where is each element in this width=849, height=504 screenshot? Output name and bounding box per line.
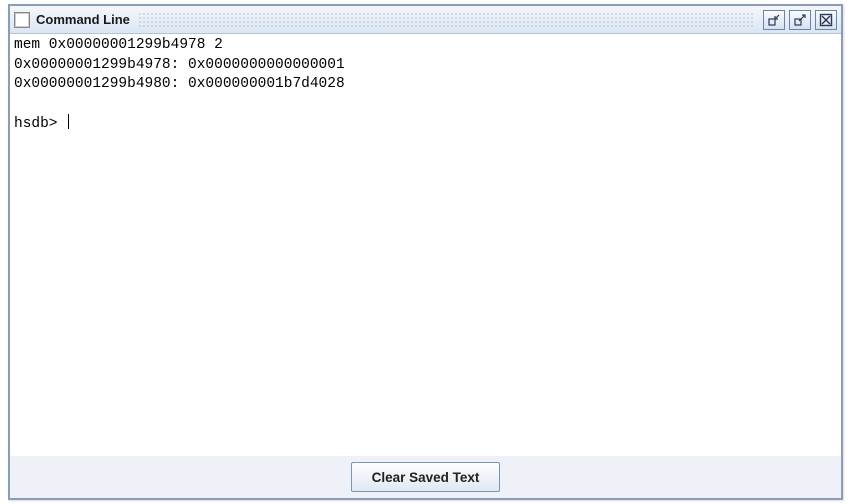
- clear-saved-text-button[interactable]: Clear Saved Text: [351, 462, 501, 492]
- console-area[interactable]: mem 0x00000001299b4978 2 0x00000001299b4…: [10, 34, 841, 456]
- console-line: 0x00000001299b4980: 0x000000001b7d4028: [14, 76, 345, 92]
- titlebar[interactable]: Command Line: [10, 6, 841, 34]
- maximize-button[interactable]: [789, 10, 811, 30]
- button-bar: Clear Saved Text: [10, 456, 841, 498]
- window-icon: [14, 12, 30, 28]
- maximize-icon: [793, 13, 807, 27]
- close-icon: [819, 13, 833, 27]
- console-prompt: hsdb>: [14, 116, 66, 132]
- minimize-icon: [767, 13, 781, 27]
- console-line: 0x00000001299b4978: 0x0000000000000001: [14, 57, 345, 73]
- titlebar-grip[interactable]: [138, 12, 755, 28]
- minimize-button[interactable]: [763, 10, 785, 30]
- window-title: Command Line: [36, 12, 130, 27]
- close-button[interactable]: [815, 10, 837, 30]
- titlebar-controls: [763, 10, 837, 30]
- text-cursor: [68, 114, 69, 129]
- console-output: mem 0x00000001299b4978 2 0x00000001299b4…: [14, 36, 837, 135]
- command-line-window: Command Line: [8, 4, 843, 500]
- console-line: mem 0x00000001299b4978 2: [14, 37, 223, 53]
